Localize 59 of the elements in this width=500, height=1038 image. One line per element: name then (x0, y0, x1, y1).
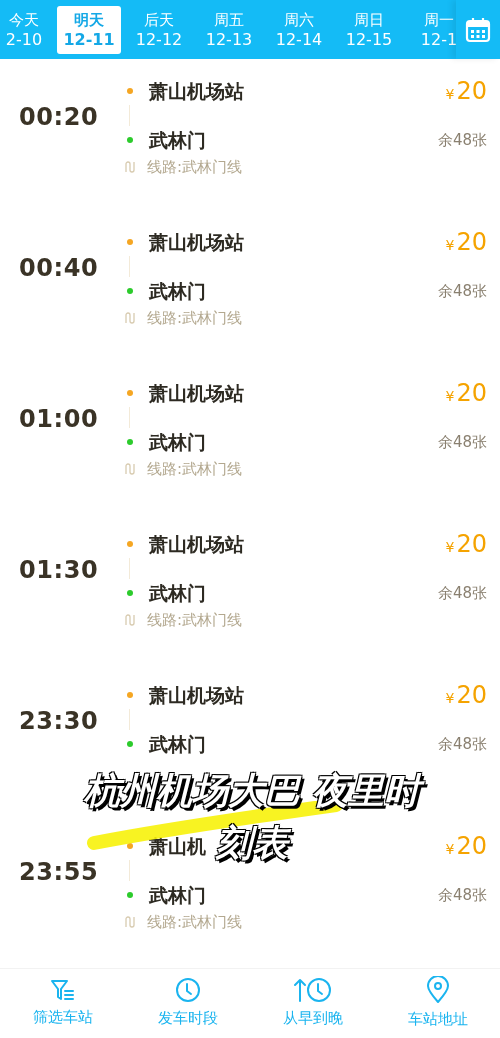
arrow-clock-icon (292, 977, 333, 1004)
date-tab[interactable]: 周五 12-13 (197, 5, 261, 54)
departure-time: 00:20 (19, 102, 99, 133)
date-tab[interactable]: 后天 12-12 (127, 5, 191, 54)
location-pin-icon (425, 976, 450, 1005)
seats-remaining: 余48张 (437, 733, 487, 755)
route-icon (124, 614, 136, 626)
date-tab[interactable]: 周一 12-1 (407, 5, 456, 54)
price: ¥20 (445, 529, 487, 560)
caption-text: 刻表 (206, 817, 298, 869)
route-icon (124, 161, 136, 173)
price: ¥20 (445, 680, 487, 711)
route-icon (124, 463, 136, 475)
route-name: 线路:武林门线 (147, 911, 243, 933)
calendar-icon (465, 16, 491, 43)
destination-station: 武林门 (149, 127, 206, 153)
departure-time: 01:30 (19, 555, 99, 586)
price: ¥20 (445, 227, 487, 258)
departure-time: 01:00 (19, 404, 99, 435)
route-name: 线路:武林门线 (147, 458, 243, 480)
toolbar-button[interactable]: 车站地址 (375, 969, 500, 1038)
route-name: 线路:武林门线 (147, 609, 243, 631)
route-name: 线路:武林门线 (147, 156, 243, 178)
origin-station: 萧山机 (149, 833, 206, 859)
toolbar-button[interactable]: 筛选车站 (0, 969, 125, 1038)
price: ¥20 (445, 831, 487, 862)
seats-remaining: 余48张 (437, 431, 487, 453)
caption-text: 杭州机场大巴 夜里时 (73, 765, 431, 817)
destination-station: 武林门 (149, 278, 206, 304)
price: ¥20 (445, 378, 487, 409)
toolbar-button[interactable]: 发车时段 (125, 969, 250, 1038)
seats-remaining: 余48张 (437, 129, 487, 151)
seats-remaining: 余48张 (437, 884, 487, 906)
date-tab[interactable]: 今天 2-10 (0, 5, 48, 54)
origin-station: 萧山机场站 (149, 531, 244, 557)
origin-station: 萧山机场站 (149, 682, 244, 708)
route-icon (124, 312, 136, 324)
date-tab[interactable]: 周六 12-14 (267, 5, 331, 54)
origin-station: 萧山机场站 (149, 229, 244, 255)
date-tab[interactable]: 明天 12-11 (57, 5, 121, 54)
departure-time: 23:55 (19, 857, 99, 888)
destination-station: 武林门 (149, 882, 206, 908)
price: ¥20 (445, 76, 487, 107)
route-name: 线路:武林门线 (147, 307, 243, 329)
origin-station: 萧山机场站 (149, 380, 244, 406)
toolbar-button[interactable]: 从早到晚 (250, 969, 375, 1038)
departure-time: 23:30 (19, 706, 99, 737)
origin-station: 萧山机场站 (149, 78, 244, 104)
clock-icon (174, 977, 201, 1004)
destination-station: 武林门 (149, 429, 206, 455)
destination-station: 武林门 (149, 731, 206, 757)
route-icon (124, 916, 136, 928)
filter-icon (49, 978, 76, 1003)
seats-remaining: 余48张 (437, 582, 487, 604)
calendar-button[interactable] (456, 0, 500, 59)
date-tab[interactable]: 周日 12-15 (337, 5, 401, 54)
departure-time: 00:40 (19, 253, 99, 284)
seats-remaining: 余48张 (437, 280, 487, 302)
destination-station: 武林门 (149, 580, 206, 606)
